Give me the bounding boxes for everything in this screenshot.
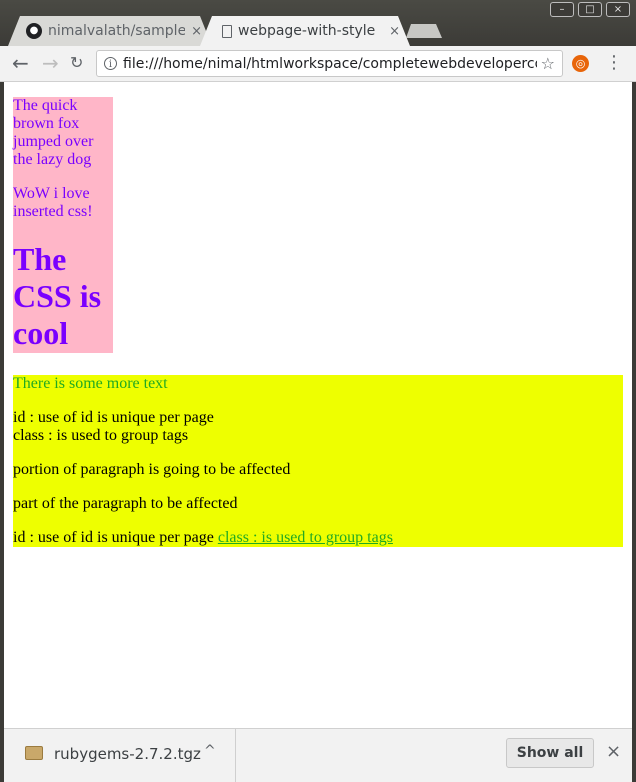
info-icon[interactable]: i (104, 57, 117, 70)
reload-button[interactable]: ↻ (70, 52, 83, 74)
forward-button[interactable]: → (42, 52, 59, 74)
star-icon[interactable]: ☆ (541, 54, 555, 73)
id-text: id : use of id is unique per page (13, 529, 214, 546)
back-button[interactable]: ← (12, 52, 29, 74)
chevron-up-icon[interactable]: ^ (204, 743, 216, 759)
new-tab-button[interactable] (406, 24, 442, 38)
window-frame-right (632, 0, 636, 782)
close-icon[interactable]: × (389, 24, 400, 39)
url-text[interactable]: file:///home/nimal/htmlworkspace/complet… (123, 56, 537, 72)
heading-css-is-cool: The CSS is cool (13, 241, 102, 351)
paragraph-quick-fox: The quick brown fox jumped over the lazy… (13, 97, 94, 168)
pink-section: The quick brown fox jumped over the lazy… (13, 97, 113, 353)
tab-title: webpage-with-style (238, 23, 376, 39)
title-bar: – □ × ● nimalvalath/sample × webpage-wit… (0, 0, 636, 46)
close-icon[interactable]: × (606, 741, 621, 762)
maximize-button[interactable]: □ (578, 2, 602, 17)
minimize-button[interactable]: – (550, 2, 574, 17)
tab-title: nimalvalath/sample (48, 23, 186, 39)
page-viewport: The quick brown fox jumped over the lazy… (4, 82, 632, 728)
tab-github[interactable]: ● nimalvalath/sample × (8, 16, 212, 46)
paragraph-inserted-css: WoW i love inserted css! (13, 185, 93, 220)
extension-icon[interactable]: ◎ (572, 55, 589, 72)
close-window-button[interactable]: × (606, 2, 630, 17)
tab-webpage-with-style[interactable]: webpage-with-style × (200, 16, 410, 46)
window-controls: – □ × (550, 2, 630, 17)
menu-icon[interactable]: ⋮ (605, 53, 623, 73)
address-bar[interactable]: i file:///home/nimal/htmlworkspace/compl… (96, 50, 563, 77)
package-icon (25, 746, 43, 760)
download-item[interactable]: rubygems-2.7.2.tgz ^ (4, 729, 236, 782)
paragraph-id: id : use of id is unique per page (13, 409, 214, 426)
show-all-button[interactable]: Show all (506, 738, 594, 768)
paragraph-more-text: There is some more text (13, 375, 168, 392)
class-link[interactable]: class : is used to group tags (218, 529, 393, 546)
github-icon: ● (26, 23, 42, 39)
paragraph-class: class : is used to group tags (13, 427, 189, 444)
browser-toolbar: ← → ↻ i file:///home/nimal/htmlworkspace… (0, 46, 636, 82)
document-icon (222, 24, 232, 38)
download-file-name[interactable]: rubygems-2.7.2.tgz (54, 745, 201, 763)
paragraph-id-class: id : use of id is unique per page class … (13, 529, 393, 547)
paragraph-portion: portion of paragraph is going to be affe… (13, 461, 291, 478)
paragraph-part: part of the paragraph to be affected (13, 495, 238, 512)
download-bar: rubygems-2.7.2.tgz ^ Show all × (4, 728, 632, 782)
yellow-section: There is some more text id : use of id i… (13, 375, 623, 547)
close-icon[interactable]: × (191, 24, 202, 39)
